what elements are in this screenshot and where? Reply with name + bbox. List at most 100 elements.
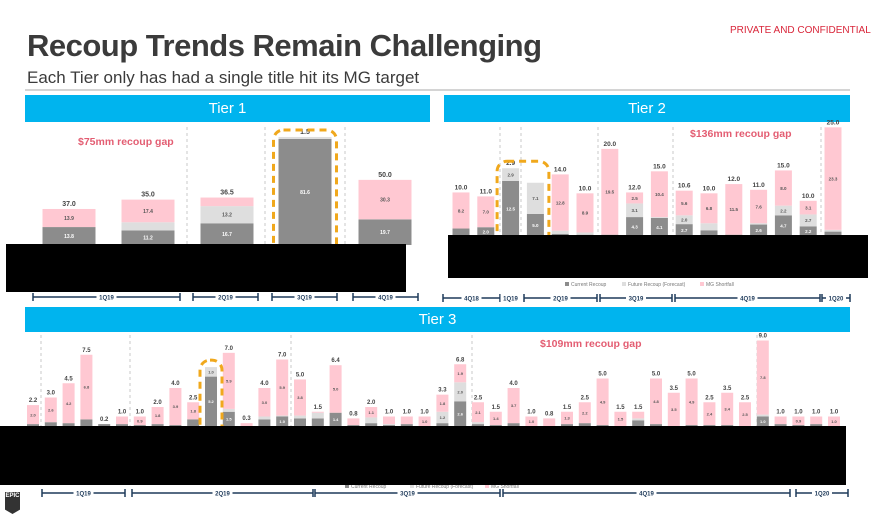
segment-label: 4.8: [653, 399, 659, 404]
segment-label: 1.4: [493, 416, 499, 421]
bar-total-label: 12.0: [727, 176, 740, 183]
bar-total-label: 7.5: [82, 348, 91, 354]
segment-label: 3.5: [671, 407, 677, 412]
bar-total-label: 5.0: [598, 372, 607, 378]
bar-total-label: 20.0: [603, 141, 616, 148]
segment-label: 2.0: [681, 218, 688, 223]
segment-label: 4.2: [66, 401, 72, 406]
bar-segment-shortfall: [200, 197, 254, 207]
segment-label: 1.0: [760, 419, 766, 424]
bar-segment-future: [756, 414, 769, 417]
bar-segment-shortfall: [632, 411, 645, 419]
segment-label: 3.1: [631, 208, 638, 213]
segment-label: 11.5: [730, 207, 739, 212]
segment-label: 23.3: [829, 176, 838, 181]
bar-total-label: 25.0: [827, 119, 840, 126]
bar-segment-shortfall: [383, 416, 395, 425]
tier2-recoup-gap: $136mm recoup gap: [690, 128, 792, 140]
tier1-recoup-gap: $75mm recoup gap: [78, 136, 174, 148]
segment-label: 2.4: [707, 411, 713, 416]
bar-total-label: 3.3: [438, 388, 447, 394]
segment-label: 6.8: [84, 385, 90, 390]
bar-total-label: 6.4: [331, 358, 340, 364]
bar-segment-future: [383, 424, 395, 426]
bar-total-label: 1.0: [794, 410, 803, 416]
segment-label: 7.8: [760, 375, 766, 380]
bar-total-label: 1.0: [527, 410, 536, 416]
bar-segment-future: [258, 416, 271, 420]
redaction-box-tier1: [6, 244, 406, 292]
bar-total-label: 1.0: [136, 410, 145, 416]
segment-label: 2.6: [457, 411, 463, 416]
bar-segment-shortfall: [810, 416, 823, 425]
bar-total-label: 15.0: [653, 163, 666, 170]
bar-total-label: 1.0: [776, 410, 785, 416]
bar-segment-future: [750, 223, 768, 225]
bar-total-label: 1.5: [616, 405, 625, 411]
bar-total-label: 9.0: [759, 334, 768, 340]
legend-swatch: [700, 282, 704, 286]
segment-label: 4.1: [656, 225, 663, 230]
segment-label: 5.0: [532, 223, 539, 228]
bar-total-label: 0.2: [100, 417, 109, 423]
segment-label: 3.7: [511, 403, 517, 408]
segment-label: 1.5: [618, 417, 624, 422]
quarter-label: 1Q20: [829, 297, 844, 303]
segment-label: 1.3: [564, 416, 570, 421]
bar-total-label: 10.0: [703, 185, 716, 192]
bar-segment-future: [294, 415, 306, 419]
bar-segment-shortfall: [347, 418, 360, 426]
bar-segment-future: [700, 223, 718, 231]
slide: PRIVATE AND CONFIDENTIAL Recoup Trends R…: [0, 0, 871, 521]
segment-label: 4.9: [689, 399, 695, 404]
segment-label: 13.2: [222, 213, 232, 219]
segment-label: 2.7: [805, 218, 812, 223]
segment-label: 1.2: [440, 415, 446, 420]
quarter-label: 4Q19: [378, 296, 393, 302]
quarter-label: 2Q19: [553, 297, 568, 303]
bar-segment-current: [258, 419, 271, 426]
bar-total-label: 2.5: [189, 395, 198, 401]
segment-label: 2.2: [805, 229, 812, 234]
segment-label: 17.4: [143, 209, 153, 215]
bar-total-label: 4.0: [509, 381, 518, 387]
bar-total-label: 3.0: [47, 391, 56, 397]
segment-label: 12.8: [556, 200, 565, 205]
segment-label: 13.9: [64, 216, 74, 222]
segment-label: 19.5: [605, 190, 614, 195]
segment-label: 5.6: [681, 201, 688, 206]
segment-label: 4.7: [780, 223, 787, 228]
segment-label: 2.0: [457, 389, 463, 394]
bar-segment-shortfall: [311, 411, 324, 413]
legend-label: Future Recoup (Forecast): [628, 282, 686, 288]
bar-total-label: 1.0: [420, 410, 429, 416]
bar-segment-shortfall: [116, 416, 128, 425]
quarter-label: 4Q19: [740, 297, 755, 303]
redaction-box-tier2: [448, 235, 868, 278]
segment-label: 3.4: [724, 407, 730, 412]
bar-segment-shortfall: [543, 418, 556, 426]
segment-label: 2.0: [30, 412, 36, 417]
bar-total-label: 2.0: [153, 400, 162, 406]
bar-total-label: 1.0: [403, 410, 412, 416]
legend-label: MG Shortfall: [706, 282, 734, 288]
segment-label: 1.9: [457, 371, 463, 376]
bar-segment-shortfall: [774, 416, 787, 425]
segment-label: 4.9: [600, 399, 606, 404]
bar-total-label: 2.5: [581, 395, 590, 401]
segment-label: 2.6: [48, 408, 54, 413]
segment-label: 4.3: [631, 224, 638, 229]
bar-total-label: 36.5: [220, 190, 234, 197]
segment-label: 81.6: [300, 190, 310, 196]
quarter-label: 1Q19: [99, 296, 114, 302]
bar-segment-shortfall: [400, 416, 413, 425]
bar-total-label: 3.5: [670, 386, 679, 392]
bar-segment-future: [551, 230, 569, 234]
segment-label: 10.4: [655, 192, 664, 197]
bar-segment-future: [650, 217, 668, 218]
bar-segment-future: [632, 418, 645, 421]
quarter-label: 4Q18: [464, 297, 479, 303]
segment-label: 3.8: [297, 395, 303, 400]
bar-total-label: 4.0: [260, 381, 269, 387]
segment-label: 1.8: [440, 401, 446, 406]
